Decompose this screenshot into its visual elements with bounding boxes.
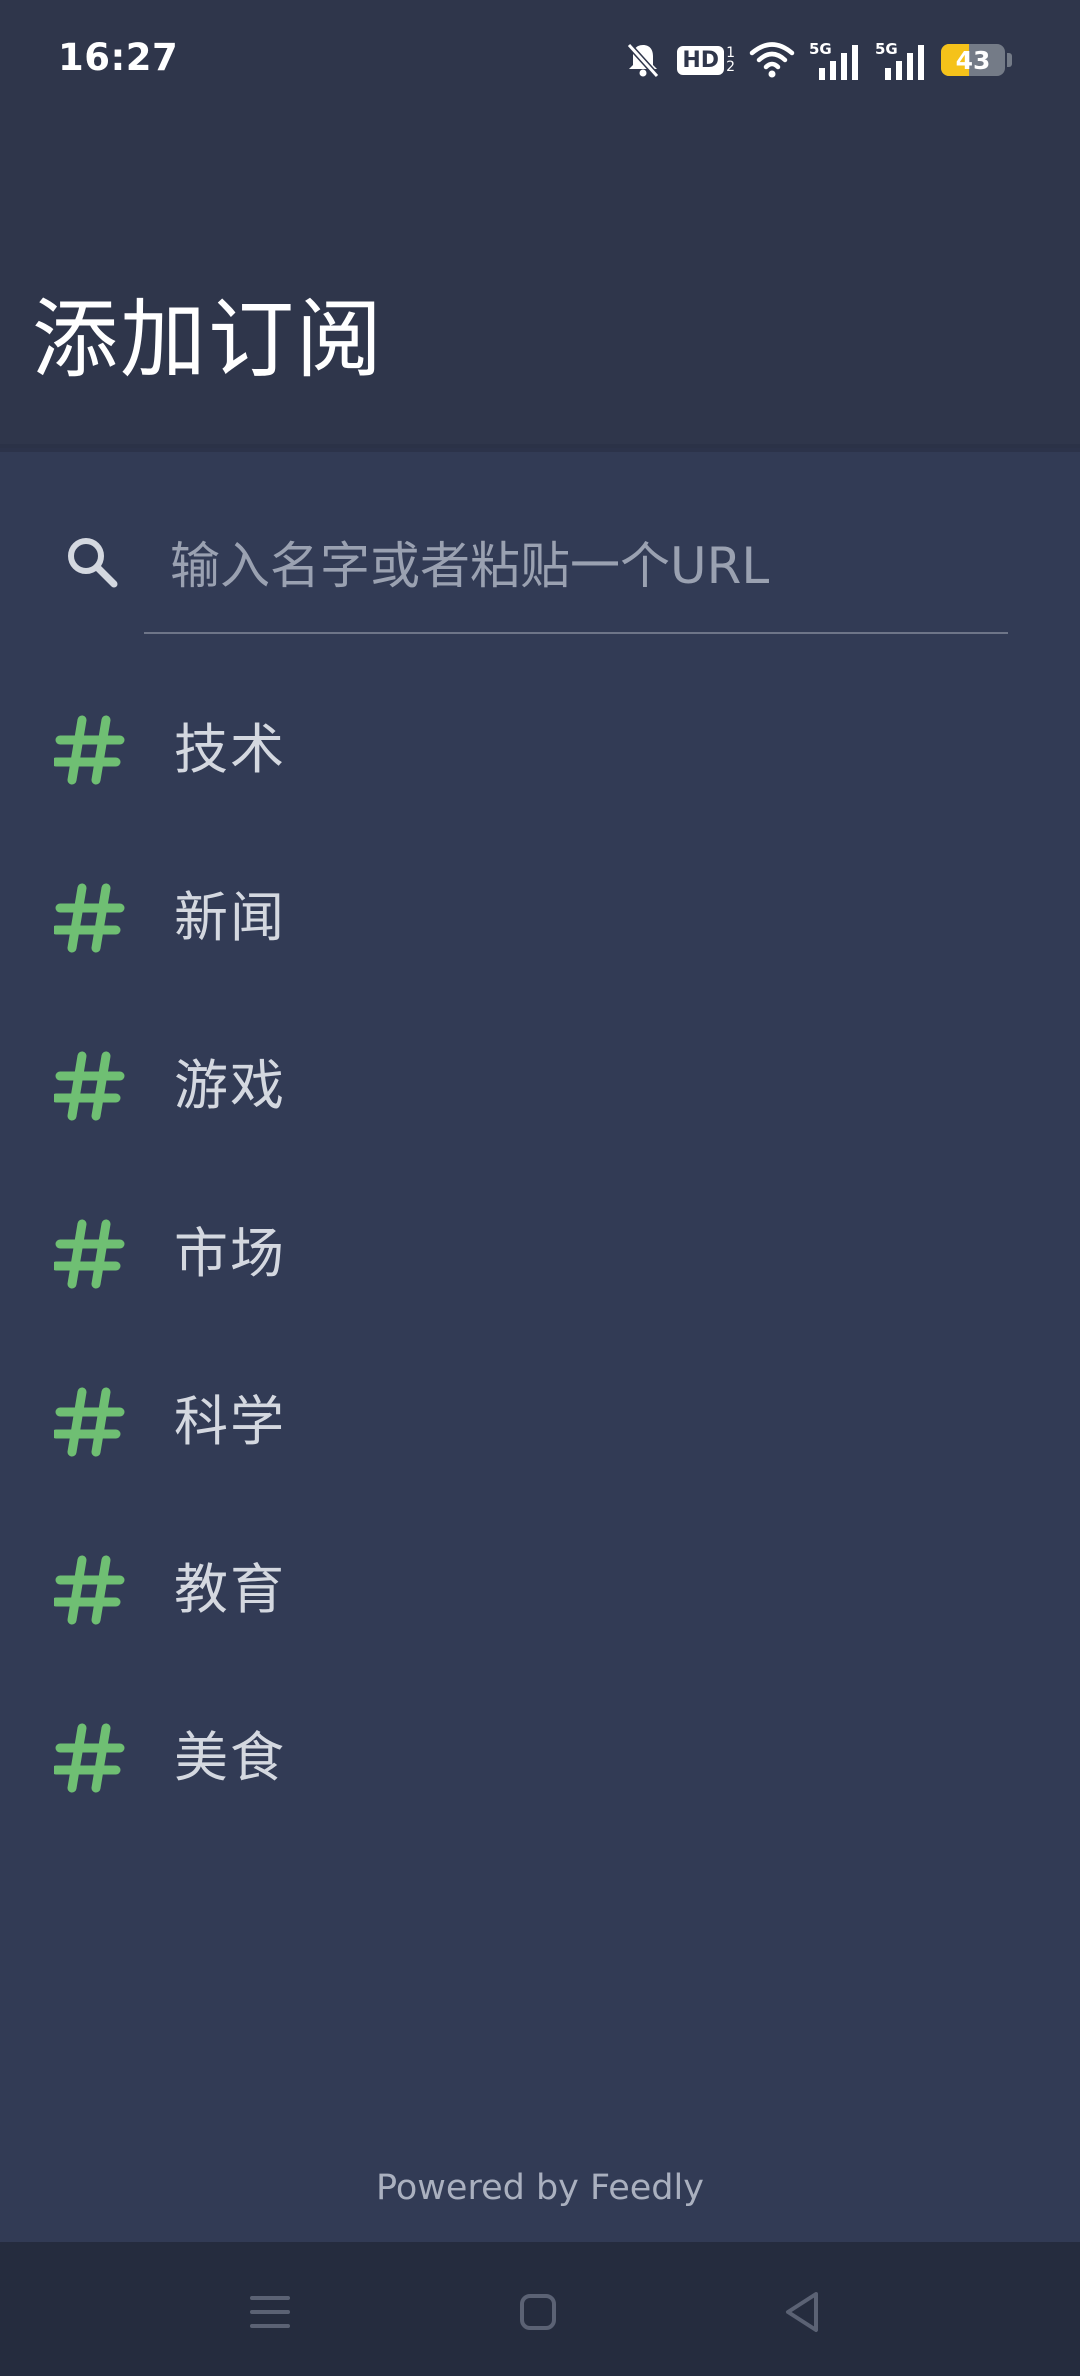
- search-input[interactable]: [168, 520, 992, 612]
- status-time: 16:27: [58, 36, 179, 79]
- topic-item[interactable]: 新闻: [0, 834, 540, 1002]
- battery-cap: [1007, 53, 1012, 67]
- signal-5g-icon: 5G: [809, 40, 861, 80]
- powered-by-text: Powered by Feedly: [376, 2168, 704, 2208]
- topic-item[interactable]: 商业: [540, 1170, 1080, 1338]
- hd-suffix: 12: [726, 45, 735, 75]
- topic-item[interactable]: 科学: [0, 1338, 540, 1506]
- topic-item[interactable]: 健康: [540, 1002, 1080, 1170]
- search-icon: [68, 538, 118, 588]
- hd-icon: HD 12: [677, 45, 735, 75]
- search-underline: [144, 632, 1008, 634]
- signal-5g-icon-2: 5G: [875, 40, 927, 80]
- menu-icon: [250, 2296, 290, 2328]
- topic-item[interactable]: 市场: [0, 1170, 540, 1338]
- navigation-bar: [0, 2242, 1080, 2376]
- topic-grid: 技术 设计新闻 软件游戏 健康市场 商业科学 漫画教育 旅游美食: [0, 666, 1080, 1842]
- page-title: 添加订阅: [32, 290, 384, 390]
- hash-icon: [54, 883, 125, 953]
- status-bar: 16:27 HD 12 5G 5G 43: [0, 0, 1080, 120]
- back-icon: [786, 2292, 818, 2332]
- mute-bell-icon: [627, 42, 660, 79]
- hash-icon: [54, 1555, 125, 1625]
- topic-item[interactable]: 旅游: [540, 1506, 1080, 1674]
- wifi-icon: [749, 42, 795, 78]
- battery-icon: 43: [941, 44, 1005, 76]
- topic-item[interactable]: 美食: [0, 1674, 540, 1842]
- topic-item[interactable]: 游戏: [0, 1002, 540, 1170]
- hash-icon: [54, 1387, 125, 1457]
- topic-item[interactable]: 软件: [540, 834, 1080, 1002]
- status-icons: HD 12 5G 5G 43: [623, 36, 1012, 84]
- header-area: 16:27 HD 12 5G 5G 43 添加订阅: [0, 0, 1080, 448]
- topic-label: 技术: [174, 718, 286, 781]
- topic-item[interactable]: 漫画: [540, 1338, 1080, 1506]
- topic-item[interactable]: 技术: [0, 666, 540, 834]
- hash-icon: [54, 1051, 125, 1121]
- header-divider: [0, 444, 1080, 452]
- topic-label: 教育: [174, 1558, 286, 1621]
- topic-label: 新闻: [174, 886, 286, 949]
- home-icon: [520, 2294, 556, 2330]
- battery-level: 43: [955, 45, 991, 75]
- topic-label: 游戏: [174, 1054, 286, 1117]
- topic-label: 美食: [174, 1726, 286, 1789]
- topic-label: 科学: [174, 1390, 286, 1453]
- home-button[interactable]: [498, 2272, 578, 2352]
- battery-indicator: 43: [941, 44, 1012, 76]
- back-button[interactable]: [762, 2272, 842, 2352]
- hash-icon: [54, 715, 125, 785]
- menu-button[interactable]: [230, 2272, 310, 2352]
- topic-item[interactable]: 设计: [540, 666, 1080, 834]
- screen: 16:27 HD 12 5G 5G 43 添加订阅 输入名字或者粘贴一个URL …: [0, 0, 1080, 2376]
- hash-icon: [54, 1219, 125, 1289]
- topic-label: 市场: [174, 1222, 286, 1285]
- topic-item[interactable]: 教育: [0, 1506, 540, 1674]
- hd-label: HD: [677, 45, 725, 75]
- hash-icon: [54, 1723, 125, 1793]
